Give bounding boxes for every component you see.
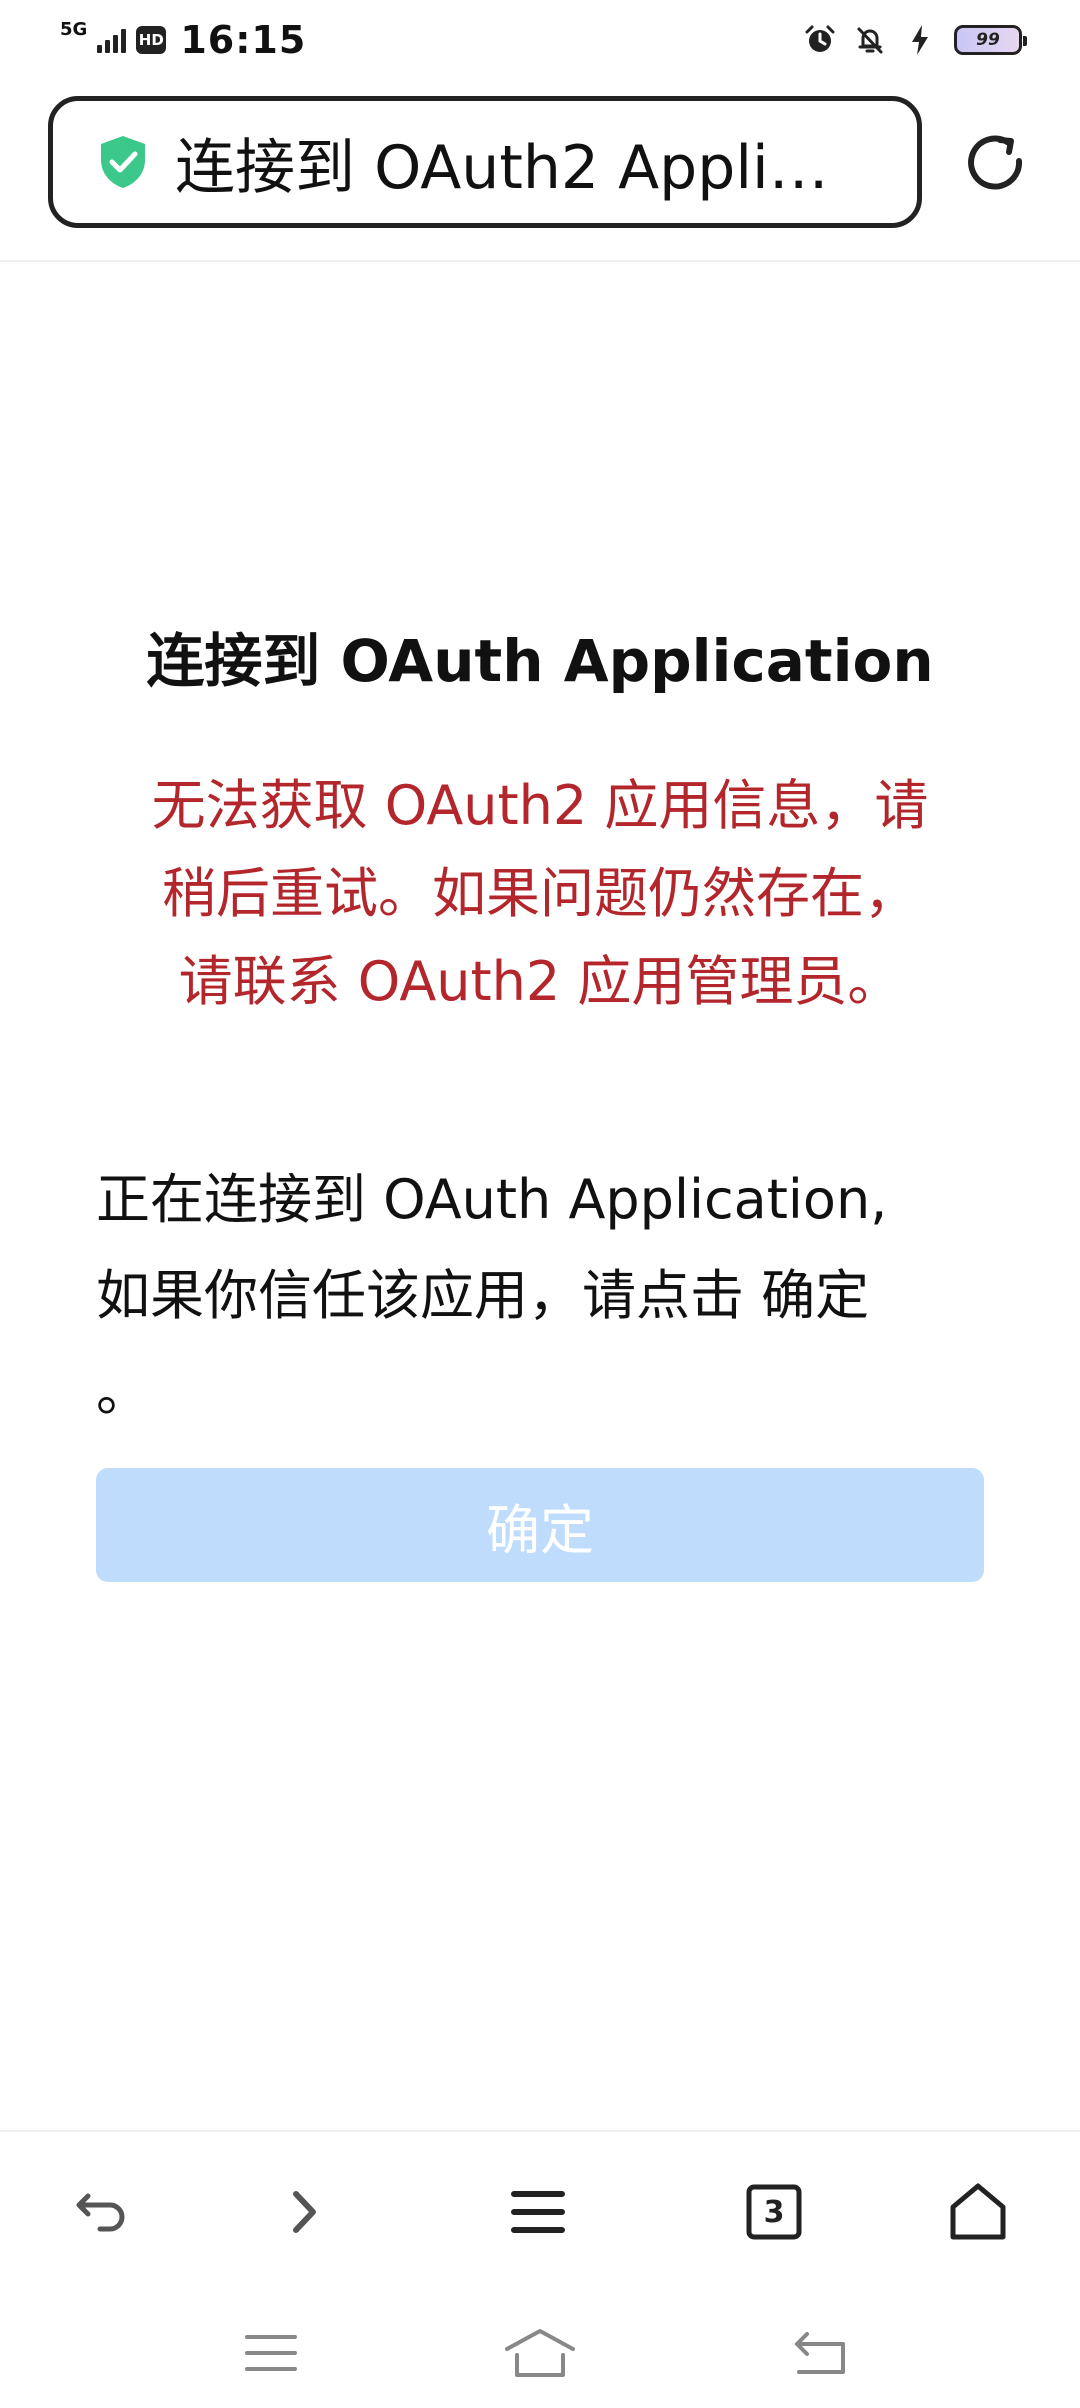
info-line: 正在连接到 OAuth Application, — [96, 1168, 888, 1231]
battery-level: 99 — [976, 30, 1000, 50]
forward-icon — [293, 2191, 316, 2233]
recent-apps-button[interactable] — [226, 2318, 316, 2388]
menu-icon — [511, 2191, 565, 2233]
status-time: 16:15 — [180, 18, 307, 62]
menu-button[interactable] — [498, 2172, 578, 2252]
tabs-button[interactable]: 3 — [734, 2172, 814, 2252]
status-right: 99 — [804, 24, 1027, 56]
signal-icon — [97, 27, 127, 53]
system-back-button[interactable] — [776, 2318, 866, 2388]
system-home-button[interactable] — [495, 2318, 585, 2388]
home-button[interactable] — [938, 2172, 1018, 2252]
url-field[interactable]: 连接到 OAuth2 Appli… — [48, 96, 922, 228]
system-nav-bar — [0, 2278, 1080, 2408]
battery-icon: 99 — [954, 25, 1027, 55]
alarm-icon — [804, 24, 836, 56]
address-text: 连接到 OAuth2 Appli… — [175, 132, 829, 203]
hd-badge: HD — [136, 26, 167, 54]
system-home-icon — [505, 2329, 575, 2377]
page-title: 连接到 OAuth Application — [146, 627, 934, 695]
screen: 5G HD 16:15 99 连接到 OAuth2 Appli… 连接到 OAu… — [0, 0, 1080, 2408]
shield-check-icon — [101, 136, 145, 188]
error-line: 稍后重试。如果问题仍然存在， — [162, 862, 918, 925]
back-button[interactable] — [62, 2172, 142, 2252]
recent-apps-icon — [245, 2335, 297, 2371]
back-icon — [76, 2193, 125, 2232]
reload-icon — [968, 135, 1023, 190]
reload-button[interactable] — [960, 120, 1030, 202]
status-bar: 5G HD 16:15 99 — [0, 0, 1080, 80]
info-line: 。 — [96, 1360, 150, 1423]
charging-icon — [904, 24, 936, 56]
error-message: 无法获取 OAuth2 应用信息，请 稍后重试。如果问题仍然存在， 请联系 OA… — [110, 762, 970, 1026]
bell-off-icon — [854, 24, 886, 56]
address-bar: 连接到 OAuth2 Appli… — [0, 80, 1080, 262]
network-type: 5G — [60, 19, 88, 40]
system-back-icon — [795, 2332, 845, 2374]
forward-button[interactable] — [264, 2172, 344, 2252]
status-left: 5G HD 16:15 — [60, 18, 306, 62]
error-line: 请联系 OAuth2 应用管理员。 — [178, 950, 902, 1013]
tab-count: 3 — [763, 2194, 785, 2230]
error-line: 无法获取 OAuth2 应用信息，请 — [151, 774, 929, 837]
info-line: 如果你信任该应用，请点击 确定 — [96, 1264, 870, 1327]
browser-toolbar: 3 — [0, 2130, 1080, 2278]
home-icon — [950, 2183, 1006, 2240]
confirm-button[interactable]: 确定 — [96, 1468, 984, 1582]
info-message: 正在连接到 OAuth Application, 如果你信任该应用，请点击 确定… — [96, 1152, 986, 1440]
